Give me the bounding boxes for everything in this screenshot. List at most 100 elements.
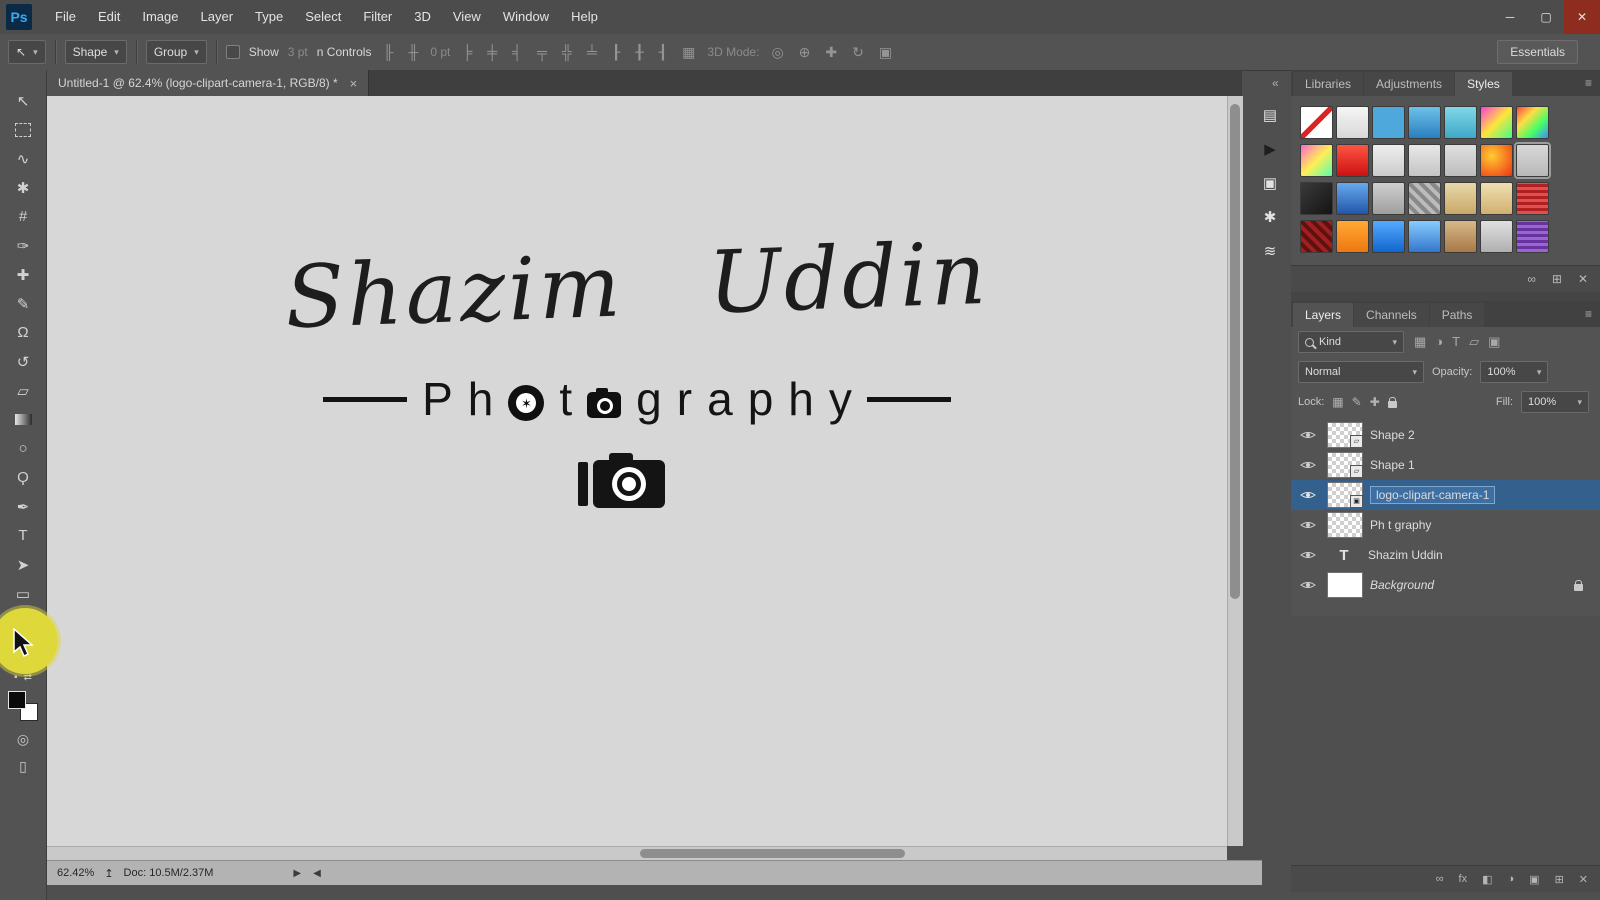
panel-menu-icon[interactable]: ≡ <box>1585 76 1592 90</box>
layer-thumbnail[interactable]: ▣ <box>1327 482 1363 508</box>
fill-select[interactable]: 100% ▾ <box>1521 391 1589 413</box>
layer-row-background[interactable]: Background <box>1291 570 1600 600</box>
layer-row-logo-clipart-camera-1[interactable]: ▣ logo-clipart-camera-1 <box>1291 480 1600 510</box>
tab-adjustments[interactable]: Adjustments <box>1364 72 1455 96</box>
layer-name[interactable]: Shape 1 <box>1370 458 1415 472</box>
menu-window[interactable]: Window <box>492 0 560 34</box>
style-swatch[interactable] <box>1480 106 1513 139</box>
menu-type[interactable]: Type <box>244 0 294 34</box>
opacity-select[interactable]: 100% ▾ <box>1480 361 1549 383</box>
panels-collapse-icon[interactable]: « <box>1272 76 1279 90</box>
add-mask-icon[interactable]: ◧ <box>1482 873 1492 886</box>
adjustment-layer-icon[interactable]: ◑ <box>1508 873 1515 885</box>
clear-style-icon[interactable]: ∞ <box>1527 272 1536 286</box>
back-icon[interactable]: ◀ <box>313 868 321 879</box>
crop-tool[interactable]: # <box>4 202 42 231</box>
lock-all-icon[interactable] <box>1387 396 1397 408</box>
style-swatch[interactable] <box>1516 106 1549 139</box>
rectangle-tool[interactable]: ▭ <box>4 579 42 608</box>
lock-position-icon[interactable]: ✚ <box>1370 395 1380 409</box>
menu-help[interactable]: Help <box>560 0 609 34</box>
visibility-eye-icon[interactable] <box>1296 430 1320 440</box>
style-swatch[interactable] <box>1336 144 1369 177</box>
style-swatch[interactable] <box>1444 182 1477 215</box>
vertical-scrollbar-thumb[interactable] <box>1230 104 1240 599</box>
distribute-middle-icon[interactable]: ╬ <box>559 44 575 60</box>
layer-thumbnail[interactable]: ▱ <box>1327 452 1363 478</box>
3d-roll-icon[interactable]: ⊕ <box>796 44 814 61</box>
eraser-tool[interactable]: ▱ <box>4 376 42 405</box>
minimize-button[interactable]: ─ <box>1492 0 1528 34</box>
move-tool[interactable]: ↖ <box>4 86 42 115</box>
marquee-tool[interactable] <box>4 115 42 144</box>
play-icon[interactable]: ▶ <box>293 868 301 879</box>
style-swatch[interactable] <box>1372 144 1405 177</box>
tab-styles[interactable]: Styles <box>1455 72 1512 96</box>
panel-menu-icon[interactable]: ≡ <box>1585 307 1592 321</box>
style-swatch[interactable] <box>1516 182 1549 215</box>
history-brush-tool[interactable]: ↺ <box>4 347 42 376</box>
align-left-edges-icon[interactable]: ╟ <box>380 44 396 60</box>
canvas[interactable]: Shazim Uddin P h ✶ t g r a p h y <box>47 96 1227 846</box>
tab-channels[interactable]: Channels <box>1354 303 1429 327</box>
clone-stamp-tool[interactable]: Ω <box>4 318 42 347</box>
3d-slide-icon[interactable]: ↻ <box>849 44 867 61</box>
type-tool[interactable]: T <box>4 521 42 550</box>
menu-filter[interactable]: Filter <box>352 0 403 34</box>
default-colors-icon[interactable]: ▪ <box>14 672 18 683</box>
filter-shape-icon[interactable]: ▱ <box>1469 334 1479 350</box>
align-top-icon[interactable]: ╞ <box>459 44 475 60</box>
eyedropper-tool[interactable]: ✑ <box>4 231 42 260</box>
pen-tool[interactable]: ✒ <box>4 492 42 521</box>
tab-libraries[interactable]: Libraries <box>1293 72 1364 96</box>
style-swatch[interactable] <box>1372 220 1405 253</box>
distribute-bottom-icon[interactable]: ╧ <box>584 44 600 60</box>
style-swatch[interactable] <box>1444 144 1477 177</box>
distribute-top-icon[interactable]: ╤ <box>534 44 550 60</box>
layer-style-fx-icon[interactable]: fx <box>1459 873 1468 885</box>
align-center-icon[interactable]: ╫ <box>405 44 421 60</box>
lock-transparency-icon[interactable]: ▦ <box>1332 395 1343 409</box>
quick-mask-button[interactable]: ◎ <box>17 731 29 748</box>
style-swatch[interactable] <box>1408 144 1441 177</box>
screen-mode-button[interactable]: ▯ <box>19 758 27 775</box>
style-swatch[interactable] <box>1300 144 1333 177</box>
menu-image[interactable]: Image <box>131 0 189 34</box>
3d-drag-icon[interactable]: ✚ <box>822 44 840 61</box>
distribute-center-icon[interactable]: ╂ <box>632 44 646 61</box>
brush-tool[interactable]: ✎ <box>4 289 42 318</box>
style-swatch[interactable] <box>1336 106 1369 139</box>
style-swatch[interactable] <box>1300 182 1333 215</box>
filter-adjustment-icon[interactable]: ◑ <box>1435 334 1443 350</box>
group-select[interactable]: Group ▾ <box>145 40 207 64</box>
healing-brush-tool[interactable]: ✚ <box>4 260 42 289</box>
menu-view[interactable]: View <box>442 0 492 34</box>
style-swatch[interactable] <box>1408 220 1441 253</box>
style-swatch[interactable] <box>1480 220 1513 253</box>
menu-file[interactable]: File <box>44 0 87 34</box>
quick-selection-tool[interactable]: ✱ <box>4 173 42 202</box>
path-selection-tool[interactable]: ➤ <box>4 550 42 579</box>
style-swatch[interactable] <box>1444 106 1477 139</box>
dodge-tool[interactable]: Ϙ <box>4 463 42 492</box>
style-swatch[interactable] <box>1372 106 1405 139</box>
new-group-icon[interactable]: ▣ <box>1529 873 1539 886</box>
visibility-eye-icon[interactable] <box>1296 580 1320 590</box>
style-swatch[interactable] <box>1444 220 1477 253</box>
blend-mode-select[interactable]: Normal ▾ <box>1298 361 1424 383</box>
menu-3d[interactable]: 3D <box>403 0 442 34</box>
export-icon[interactable]: ↥ <box>104 867 113 880</box>
style-swatch[interactable] <box>1408 182 1441 215</box>
layer-thumbnail[interactable] <box>1327 512 1363 538</box>
distribute-right-icon[interactable]: ┨ <box>656 44 670 61</box>
visibility-eye-icon[interactable] <box>1296 550 1320 560</box>
delete-layer-icon[interactable]: ✕ <box>1579 873 1588 886</box>
history-panel-icon[interactable]: ▤ <box>1263 106 1277 124</box>
visibility-eye-icon[interactable] <box>1296 460 1320 470</box>
menu-select[interactable]: Select <box>294 0 352 34</box>
style-swatch[interactable] <box>1300 220 1333 253</box>
style-swatch[interactable] <box>1408 106 1441 139</box>
restore-button[interactable]: ▢ <box>1528 0 1564 34</box>
clone-source-panel-icon[interactable]: ▣ <box>1263 174 1277 192</box>
filter-smart-object-icon[interactable]: ▣ <box>1488 334 1500 350</box>
